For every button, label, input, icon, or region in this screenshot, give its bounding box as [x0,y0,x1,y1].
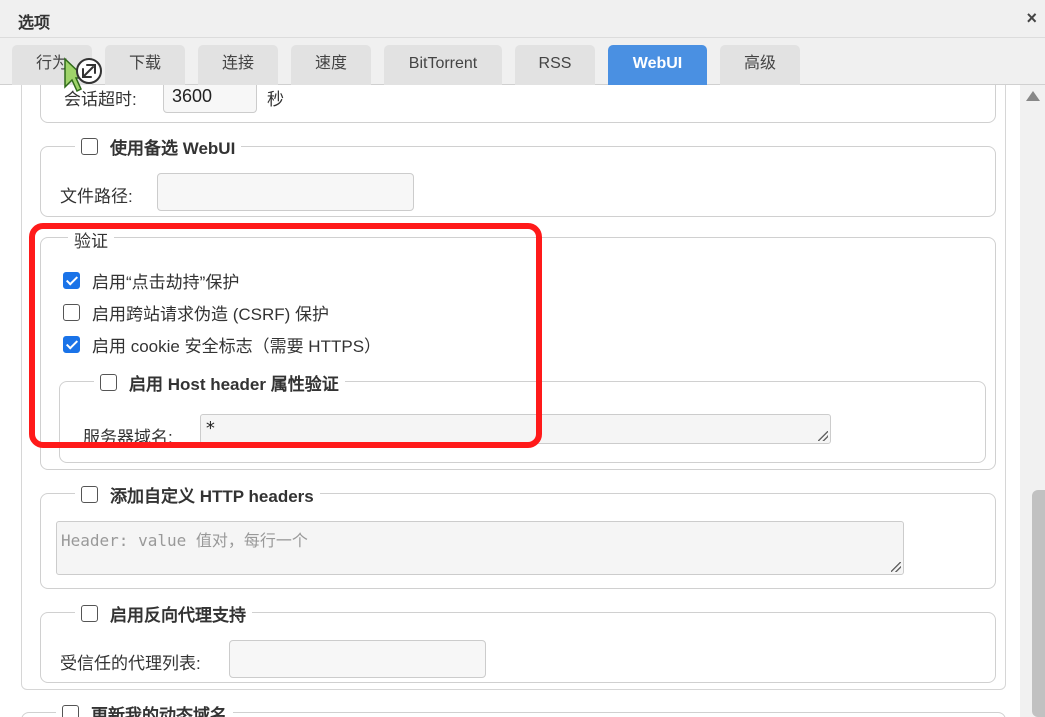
tab-downloads[interactable]: 下载 [105,45,185,85]
host-header-legend: 启用 Host header 属性验证 [94,370,345,395]
options-content: 会话超时: 3600 秒 使用备选 WebUI 文件路径: 验证 启用“点击劫持… [0,85,1020,717]
alt-webui-checkbox[interactable] [81,138,98,155]
trusted-proxies-input[interactable] [229,640,486,678]
host-header-label: 启用 Host header 属性验证 [129,375,339,394]
dyndns-label: 更新我的动态域名 [91,706,227,717]
tab-advanced[interactable]: 高级 [720,45,800,85]
cookie-secure-label: 启用 cookie 安全标志（需要 HTTPS） [92,337,382,356]
tab-rss[interactable]: RSS [515,45,595,85]
reverse-proxy-label: 启用反向代理支持 [110,606,246,625]
custom-headers-checkbox[interactable] [81,486,98,503]
alt-webui-path-input[interactable] [157,173,414,211]
session-timeout-input[interactable]: 3600 [163,85,257,113]
vertical-scrollbar[interactable] [1020,85,1045,717]
host-header-checkbox[interactable] [100,374,117,391]
tab-bittorrent[interactable]: BitTorrent [384,45,502,85]
scroll-thumb[interactable] [1032,490,1045,717]
reverse-proxy-legend: 启用反向代理支持 [75,601,252,626]
clickjacking-label: 启用“点击劫持”保护 [92,273,240,292]
alt-webui-path-label: 文件路径: [60,187,133,206]
tab-speed[interactable]: 速度 [291,45,371,85]
server-domains-input[interactable]: * [200,414,831,444]
trusted-proxies-label: 受信任的代理列表: [60,654,201,673]
tab-webui[interactable]: WebUI [608,45,707,85]
tab-bar: 行为 下载 连接 速度 BitTorrent RSS WebUI 高级 [0,38,1045,85]
clickjacking-checkbox[interactable] [63,272,80,289]
scroll-up-arrow-icon[interactable] [1026,91,1040,101]
resize-handle-icon[interactable] [818,431,828,441]
server-domains-label: 服务器域名: [83,428,173,447]
dialog-titlebar: 选项 × [0,0,1045,38]
dyndns-legend: 更新我的动态域名 [56,701,233,717]
server-domains-value: * [205,418,216,439]
csrf-checkbox[interactable] [63,304,80,321]
custom-headers-label: 添加自定义 HTTP headers [110,487,314,506]
csrf-label: 启用跨站请求伪造 (CSRF) 保护 [92,305,330,324]
alt-webui-label: 使用备选 WebUI [110,139,236,158]
custom-headers-textarea[interactable]: Header: value 值对，每行一个 [56,521,904,575]
auth-legend-label: 验证 [74,232,108,251]
dialog-title: 选项 [18,15,51,32]
resize-handle-icon[interactable] [891,562,901,572]
close-icon[interactable]: × [1026,8,1037,29]
cursor-link-icon [64,57,102,93]
cookie-secure-row[interactable]: 启用 cookie 安全标志（需要 HTTPS） [63,332,381,357]
tab-connection[interactable]: 连接 [198,45,278,85]
session-timeout-unit: 秒 [267,90,284,109]
cookie-secure-checkbox[interactable] [63,336,80,353]
auth-legend: 验证 [68,227,114,252]
clickjacking-row[interactable]: 启用“点击劫持”保护 [63,268,239,293]
csrf-row[interactable]: 启用跨站请求伪造 (CSRF) 保护 [63,300,329,325]
reverse-proxy-checkbox[interactable] [81,605,98,622]
custom-headers-placeholder: Header: value 值对，每行一个 [61,531,308,550]
dyndns-checkbox[interactable] [62,705,79,717]
alt-webui-legend: 使用备选 WebUI [75,134,242,159]
custom-headers-legend: 添加自定义 HTTP headers [75,482,320,507]
